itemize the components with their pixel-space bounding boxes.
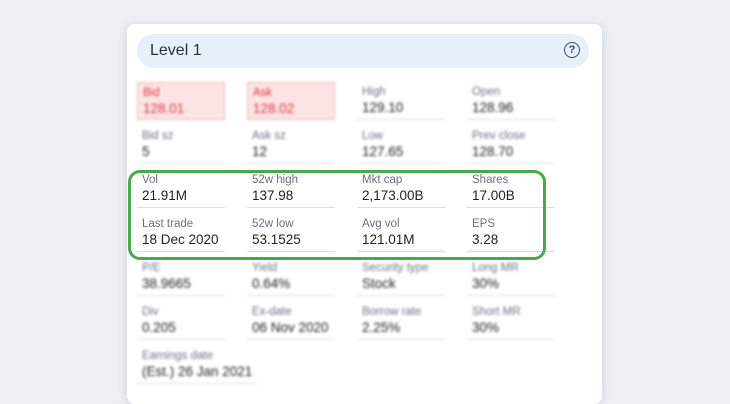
field-eps: EPS 3.28 [467, 214, 555, 252]
panel-title: Level 1 [150, 42, 202, 59]
field-label: Div [142, 306, 159, 318]
field-borrow-rate: Borrow rate 2.25% [357, 302, 445, 340]
field-div: Div 0.205 [137, 302, 225, 340]
field-label: Avg vol [362, 218, 400, 230]
field-ex-date: Ex-date 06 Nov 2020 [247, 302, 335, 340]
field-value: 5 [142, 144, 150, 159]
field-value: 127.65 [362, 144, 404, 159]
field-label: Mkt cap [362, 174, 403, 186]
field-label: 52w high [252, 174, 299, 186]
field-high: High 129.10 [357, 82, 445, 120]
field-value: 128.96 [472, 100, 514, 115]
field-value: 38.9665 [142, 276, 191, 291]
field-label: Bid [143, 87, 160, 99]
field-label: P/E [142, 262, 161, 274]
field-low: Low 127.65 [357, 126, 445, 164]
field-value: 0.205 [142, 320, 176, 335]
field-value: 137.98 [252, 188, 294, 203]
field-value: 18 Dec 2020 [142, 232, 219, 247]
field-value: 128.02 [253, 101, 295, 116]
field-value: 2.25% [362, 320, 401, 335]
field-value: 0.64% [252, 276, 291, 291]
field-security-type: Security type Stock [357, 258, 445, 296]
field-label: Open [472, 86, 501, 98]
field-value: 21.91M [142, 188, 188, 203]
question-circle-icon[interactable]: ? [564, 42, 580, 58]
field-label: EPS [472, 218, 496, 230]
field-52w-high: 52w high 137.98 [247, 170, 335, 208]
field-label: Prev close [472, 130, 526, 142]
field-label: Low [362, 130, 384, 142]
field-label: Bid sz [142, 130, 174, 142]
field-earnings-date: Earnings date (Est.) 26 Jan 2021 [137, 346, 257, 384]
field-ask-sz: Ask sz 12 [247, 126, 335, 164]
field-label: Borrow rate [362, 306, 422, 318]
field-bid: Bid 128.01 [137, 82, 225, 120]
field-value: 128.70 [472, 144, 514, 159]
field-last-trade: Last trade 18 Dec 2020 [137, 214, 225, 252]
field-value: 129.10 [362, 100, 404, 115]
field-value: 30% [472, 320, 500, 335]
field-value: Stock [362, 276, 396, 291]
field-value: 30% [472, 276, 500, 291]
field-short-mr: Short MR 30% [467, 302, 555, 340]
field-vol: Vol 21.91M [137, 170, 225, 208]
field-label: Earnings date [142, 350, 213, 362]
field-long-mr: Long MR 30% [467, 258, 555, 296]
field-value: 2,173.00B [362, 188, 424, 203]
field-bid-sz: Bid sz 5 [137, 126, 225, 164]
field-52w-low: 52w low 53.1525 [247, 214, 335, 252]
field-shares: Shares 17.00B [467, 170, 555, 208]
field-label: 52w low [252, 218, 294, 230]
field-yield: Yield 0.64% [247, 258, 335, 296]
field-label: Vol [142, 174, 158, 186]
field-value: 12 [252, 144, 268, 159]
field-value: (Est.) 26 Jan 2021 [142, 364, 253, 379]
field-label: Ex-date [252, 306, 292, 318]
field-label: Last trade [142, 218, 194, 230]
field-label: Security type [362, 262, 429, 274]
field-ask: Ask 128.02 [247, 82, 335, 120]
panel-header: Level 1 ? [137, 34, 589, 68]
field-value: 121.01M [362, 232, 415, 247]
field-label: Long MR [472, 262, 519, 274]
field-label: Shares [472, 174, 509, 186]
field-label: Ask [253, 87, 273, 99]
field-label: Ask sz [252, 130, 286, 142]
field-open: Open 128.96 [467, 82, 555, 120]
field-value: 3.28 [472, 232, 499, 247]
field-value: 17.00B [472, 188, 515, 203]
field-avg-vol: Avg vol 121.01M [357, 214, 445, 252]
field-mkt-cap: Mkt cap 2,173.00B [357, 170, 445, 208]
field-label: High [362, 86, 386, 98]
field-label: Short MR [472, 306, 521, 318]
field-value: 06 Nov 2020 [252, 320, 329, 335]
field-p-e: P/E 38.9665 [137, 258, 225, 296]
field-value: 53.1525 [252, 232, 301, 247]
level1-panel: Level 1 ? Bid 128.01 Ask 128.02 High 129.10 Op… [127, 24, 602, 404]
field-prev-close: Prev close 128.70 [467, 126, 555, 164]
field-value: 128.01 [143, 101, 185, 116]
field-label: Yield [252, 262, 278, 274]
